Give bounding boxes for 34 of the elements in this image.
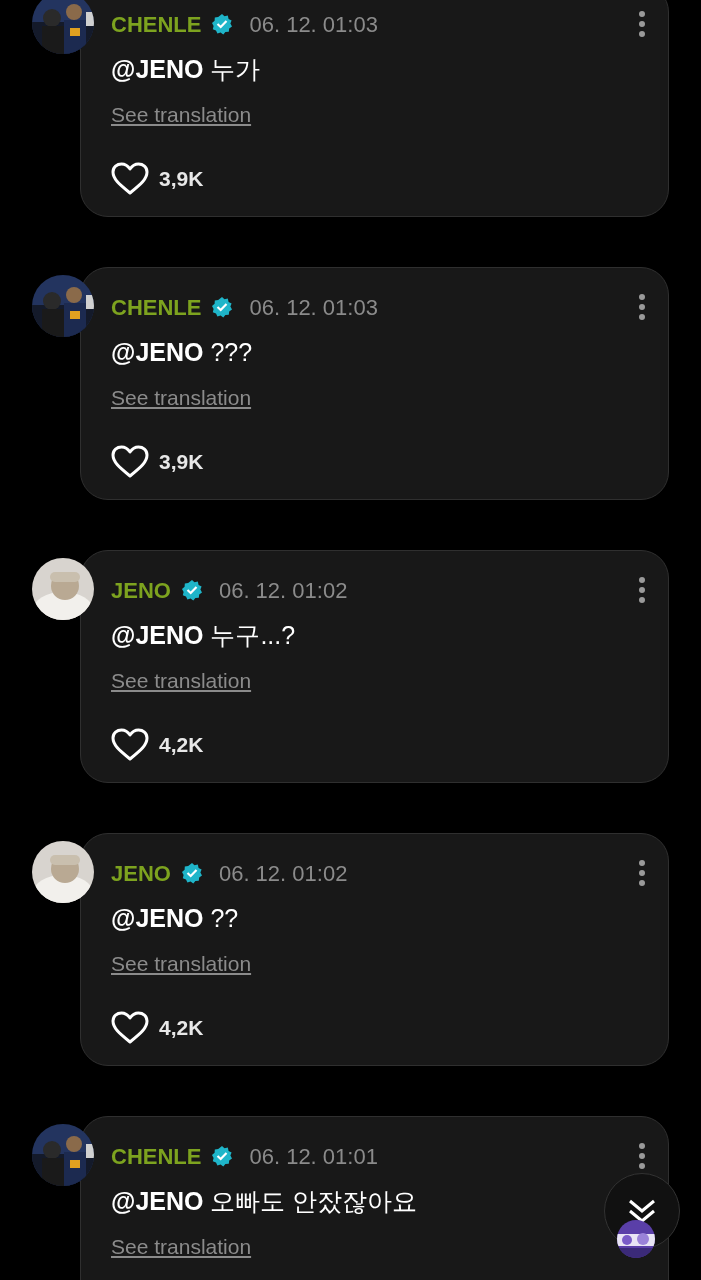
- more-options-icon[interactable]: [638, 577, 646, 603]
- author-name[interactable]: CHENLE: [111, 1139, 202, 1173]
- author-name[interactable]: JENO: [111, 856, 171, 890]
- author-name[interactable]: JENO: [111, 573, 171, 607]
- like-count: 3,9K: [159, 449, 204, 476]
- more-options-icon[interactable]: [638, 294, 646, 320]
- see-translation-link[interactable]: See translation: [111, 664, 252, 696]
- see-translation-link[interactable]: See translation: [111, 947, 252, 979]
- author-name[interactable]: CHENLE: [111, 290, 202, 324]
- heart-icon[interactable]: [111, 162, 149, 196]
- like-count: 4,2K: [159, 732, 204, 759]
- comment-text: @JENO 오빠도 안잤잖아요: [111, 1186, 418, 1217]
- see-translation-link[interactable]: See translation: [111, 1230, 252, 1262]
- timestamp: 06. 12. 01:01: [249, 1142, 378, 1171]
- comment-text: @JENO 누구...?: [111, 620, 296, 651]
- heart-icon[interactable]: [111, 445, 149, 479]
- comment-text: @JENO 누가: [111, 54, 261, 85]
- comment-text: @JENO ???: [111, 337, 253, 368]
- timestamp: 06. 12. 01:02: [218, 576, 348, 605]
- see-translation-link[interactable]: See translation: [111, 98, 252, 130]
- see-translation-link[interactable]: See translation: [111, 381, 252, 413]
- comment-text: @JENO ??: [111, 903, 239, 934]
- heart-icon[interactable]: [111, 728, 149, 762]
- timestamp: 06. 12. 01:03: [249, 10, 378, 39]
- author-name[interactable]: CHENLE: [111, 7, 202, 41]
- more-options-icon[interactable]: [638, 11, 646, 37]
- like-count: 4,2K: [159, 1015, 204, 1042]
- heart-icon[interactable]: [111, 1011, 149, 1045]
- more-options-icon[interactable]: [638, 860, 646, 886]
- timestamp: 06. 12. 01:02: [218, 859, 348, 888]
- timestamp: 06. 12. 01:03: [249, 293, 378, 322]
- more-options-icon[interactable]: [638, 1143, 646, 1169]
- like-count: 3,9K: [159, 166, 204, 193]
- double-chevron-icon: [627, 1198, 657, 1224]
